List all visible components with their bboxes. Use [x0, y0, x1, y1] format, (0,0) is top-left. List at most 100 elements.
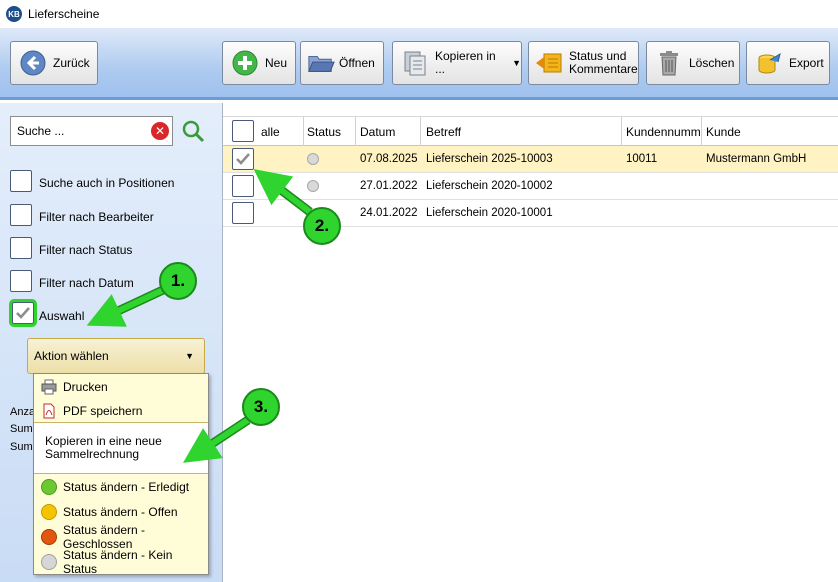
row-customer-number: 10011: [626, 153, 658, 165]
menu-item-status-none-label: Status ändern - Kein Status: [63, 548, 173, 576]
menu-item-print[interactable]: Drucken: [34, 375, 208, 399]
back-arrow-icon: [19, 49, 47, 77]
copy-to-label: Kopieren in ...: [435, 49, 496, 76]
back-label: Zurück: [53, 55, 90, 70]
status-arrow-icon: [535, 49, 563, 77]
delivery-notes-grid: alle Status Datum Betreff Kundennumm Kun…: [222, 103, 838, 582]
menu-item-status-closed[interactable]: Status ändern - Geschlossen: [34, 523, 208, 551]
grid-header: alle Status Datum Betreff Kundennumm Kun…: [223, 116, 838, 147]
status-indicator-icon: [307, 180, 319, 192]
open-label: Öffnen: [339, 55, 375, 70]
row-subject: Lieferschein 2020-10001: [426, 207, 553, 219]
menu-item-copy-to-collective-invoice[interactable]: Kopieren in eine neue Sammelrechnung: [34, 422, 208, 474]
chevron-down-icon: ▼: [512, 58, 521, 68]
row-checkbox[interactable]: [232, 148, 254, 170]
menu-item-status-open[interactable]: Status ändern - Offen: [34, 500, 208, 524]
row-checkbox[interactable]: [232, 202, 254, 224]
filter-by-editor-label: Filter nach Bearbeiter: [39, 210, 154, 224]
orange-dot-icon: [41, 529, 57, 545]
menu-item-copy-label-line2: Sammelrechnung: [45, 447, 140, 461]
column-header-subject[interactable]: Betreff: [426, 125, 461, 139]
menu-item-status-done-label: Status ändern - Erledigt: [63, 480, 190, 494]
green-dot-icon: [41, 479, 57, 495]
annotation-badge-3: 3.: [242, 388, 280, 426]
status-label-line1: Status und: [569, 49, 627, 63]
toolbar: Zurück Neu Öffnen Kopieren in ... ▼ Stat…: [0, 28, 838, 100]
menu-item-status-closed-label: Status ändern - Geschlossen: [63, 523, 146, 551]
clear-search-icon[interactable]: ✕: [151, 122, 169, 140]
menu-item-copy-label-line1: Kopieren in eine neue: [45, 434, 162, 448]
column-separator: [355, 117, 356, 147]
column-separator: [701, 117, 702, 147]
yellow-dot-icon: [41, 504, 57, 520]
menu-item-save-pdf-label: PDF speichern: [63, 404, 143, 418]
column-header-status[interactable]: Status: [307, 125, 341, 139]
copy-documents-icon: [401, 49, 429, 77]
export-label: Export: [789, 55, 824, 70]
open-button[interactable]: Öffnen: [300, 41, 384, 85]
plus-icon: [231, 49, 259, 77]
column-header-customer[interactable]: Kunde: [706, 125, 741, 139]
grey-dot-icon: [41, 554, 57, 570]
search-icon[interactable]: [181, 119, 205, 143]
column-header-customer-number[interactable]: Kundennumm: [626, 125, 701, 139]
filter-by-editor-checkbox[interactable]: [10, 204, 32, 226]
search-input[interactable]: [17, 124, 147, 138]
menu-item-print-label: Drucken: [63, 380, 108, 394]
selection-label: Auswahl: [39, 309, 85, 323]
new-label: Neu: [265, 55, 288, 70]
pdf-icon: [43, 403, 55, 419]
row-customer: Mustermann GmbH: [706, 153, 807, 165]
row-date: 24.01.2022: [360, 207, 418, 219]
filter-by-status-label: Filter nach Status: [39, 243, 133, 257]
selection-checkbox[interactable]: [12, 302, 34, 324]
back-button[interactable]: Zurück: [10, 41, 98, 85]
menu-item-save-pdf[interactable]: PDF speichern: [34, 399, 208, 423]
search-in-positions-checkbox[interactable]: [10, 170, 32, 192]
menu-item-status-done[interactable]: Status ändern - Erledigt: [34, 475, 208, 499]
window-title: Lieferscheine: [28, 7, 100, 21]
trash-icon: [655, 49, 683, 77]
chevron-down-icon: ▼: [185, 351, 194, 361]
table-row[interactable]: 07.08.2025 Lieferschein 2025-10003 10011…: [223, 146, 838, 173]
column-separator: [621, 117, 622, 147]
status-comments-label: Status und Kommentare: [569, 50, 638, 76]
column-header-all[interactable]: alle: [261, 125, 280, 139]
select-all-checkbox[interactable]: [232, 120, 254, 142]
row-date: 07.08.2025: [360, 153, 418, 165]
row-subject: Lieferschein 2020-10002: [426, 180, 553, 192]
filter-by-date-label: Filter nach Datum: [39, 276, 134, 290]
filter-by-date-checkbox[interactable]: [10, 270, 32, 292]
action-select-value: Aktion wählen: [34, 349, 109, 363]
table-row[interactable]: 27.01.2022 Lieferschein 2020-10002: [223, 173, 838, 200]
title-bar: KB Lieferscheine: [0, 0, 838, 28]
delete-button[interactable]: Löschen: [646, 41, 740, 85]
action-select[interactable]: Aktion wählen ▼: [27, 338, 205, 374]
column-separator: [420, 117, 421, 147]
check-icon: [236, 153, 250, 165]
row-checkbox[interactable]: [232, 175, 254, 197]
copy-to-button[interactable]: Kopieren in ... ▼: [392, 41, 522, 85]
check-icon: [16, 307, 30, 319]
new-button[interactable]: Neu: [222, 41, 296, 85]
search-in-positions-label: Suche auch in Positionen: [39, 176, 175, 190]
status-indicator-icon: [307, 153, 319, 165]
action-menu: Drucken PDF speichern Kopieren in eine n…: [33, 373, 209, 576]
folder-open-icon: [307, 49, 335, 77]
export-icon: [755, 49, 783, 77]
status-comments-button[interactable]: Status und Kommentare: [528, 41, 639, 85]
summary-count-label: Anza: [10, 406, 36, 418]
column-header-date[interactable]: Datum: [360, 125, 395, 139]
column-separator: [303, 117, 304, 147]
printer-icon: [41, 379, 57, 395]
menu-item-copy-label: Kopieren in eine neue Sammelrechnung: [45, 435, 162, 461]
app-logo-icon: KB: [6, 6, 22, 22]
export-button[interactable]: Export: [746, 41, 830, 85]
menu-item-status-none[interactable]: Status ändern - Kein Status: [34, 548, 208, 576]
search-box: ✕: [10, 116, 173, 146]
status-label-line2: Kommentare: [569, 62, 638, 76]
annotation-badge-2: 2.: [303, 207, 341, 245]
delete-label: Löschen: [689, 55, 735, 70]
menu-item-status-open-label: Status ändern - Offen: [63, 505, 178, 519]
filter-by-status-checkbox[interactable]: [10, 237, 32, 259]
